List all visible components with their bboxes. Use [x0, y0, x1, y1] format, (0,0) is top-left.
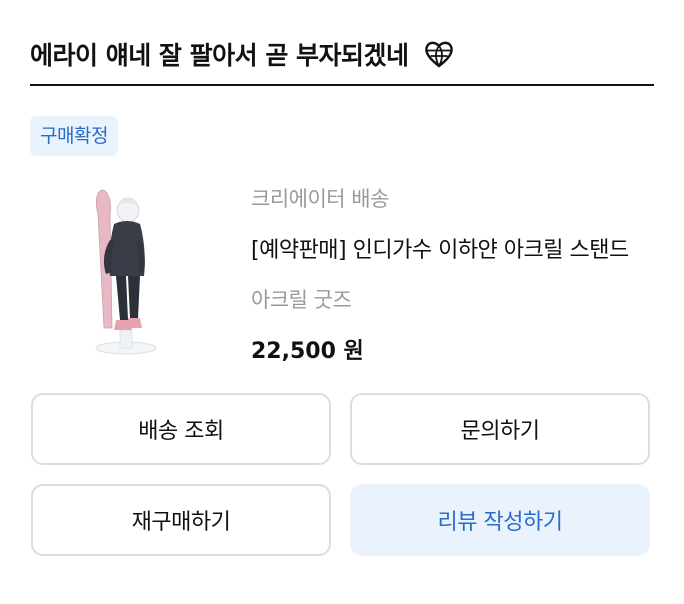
inquiry-button[interactable]: 문의하기: [350, 393, 650, 465]
heart-globe-icon: [423, 38, 455, 70]
product-option: 아크릴 굿즈: [251, 288, 352, 312]
status-badge: 구매확정: [30, 116, 118, 156]
product-name[interactable]: [예약판매] 인디가수 이하얀 아크릴 스탠드: [251, 232, 636, 264]
rebuy-button[interactable]: 재구매하기: [31, 484, 331, 556]
seller-label: 크리에이터 배송: [251, 187, 389, 211]
write-review-button[interactable]: 리뷰 작성하기: [350, 484, 650, 556]
header-divider: [30, 84, 654, 86]
product-price: 22,500 원: [251, 339, 364, 364]
product-thumbnail[interactable]: [86, 180, 166, 360]
page-title: 에라이 얘네 잘 팔아서 곧 부자되겠네: [30, 41, 409, 70]
track-delivery-button[interactable]: 배송 조회: [31, 393, 331, 465]
page-header: 에라이 얘네 잘 팔아서 곧 부자되겠네: [30, 24, 654, 84]
